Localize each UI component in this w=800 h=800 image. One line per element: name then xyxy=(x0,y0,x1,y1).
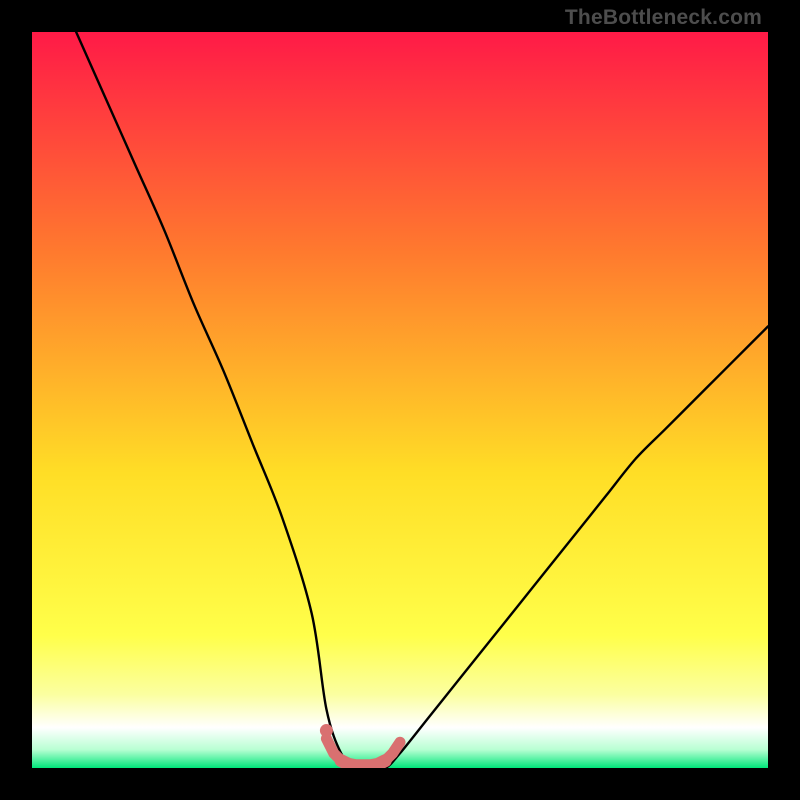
plot-area xyxy=(32,32,768,768)
chart-frame: TheBottleneck.com xyxy=(0,0,800,800)
watermark-text: TheBottleneck.com xyxy=(565,6,762,30)
optimal-range-bar xyxy=(341,761,385,766)
optimal-range-right-stub xyxy=(385,742,400,760)
optimal-range-dot xyxy=(320,724,333,737)
optimal-range-left-stub xyxy=(326,739,341,761)
optimal-markers xyxy=(32,32,768,768)
